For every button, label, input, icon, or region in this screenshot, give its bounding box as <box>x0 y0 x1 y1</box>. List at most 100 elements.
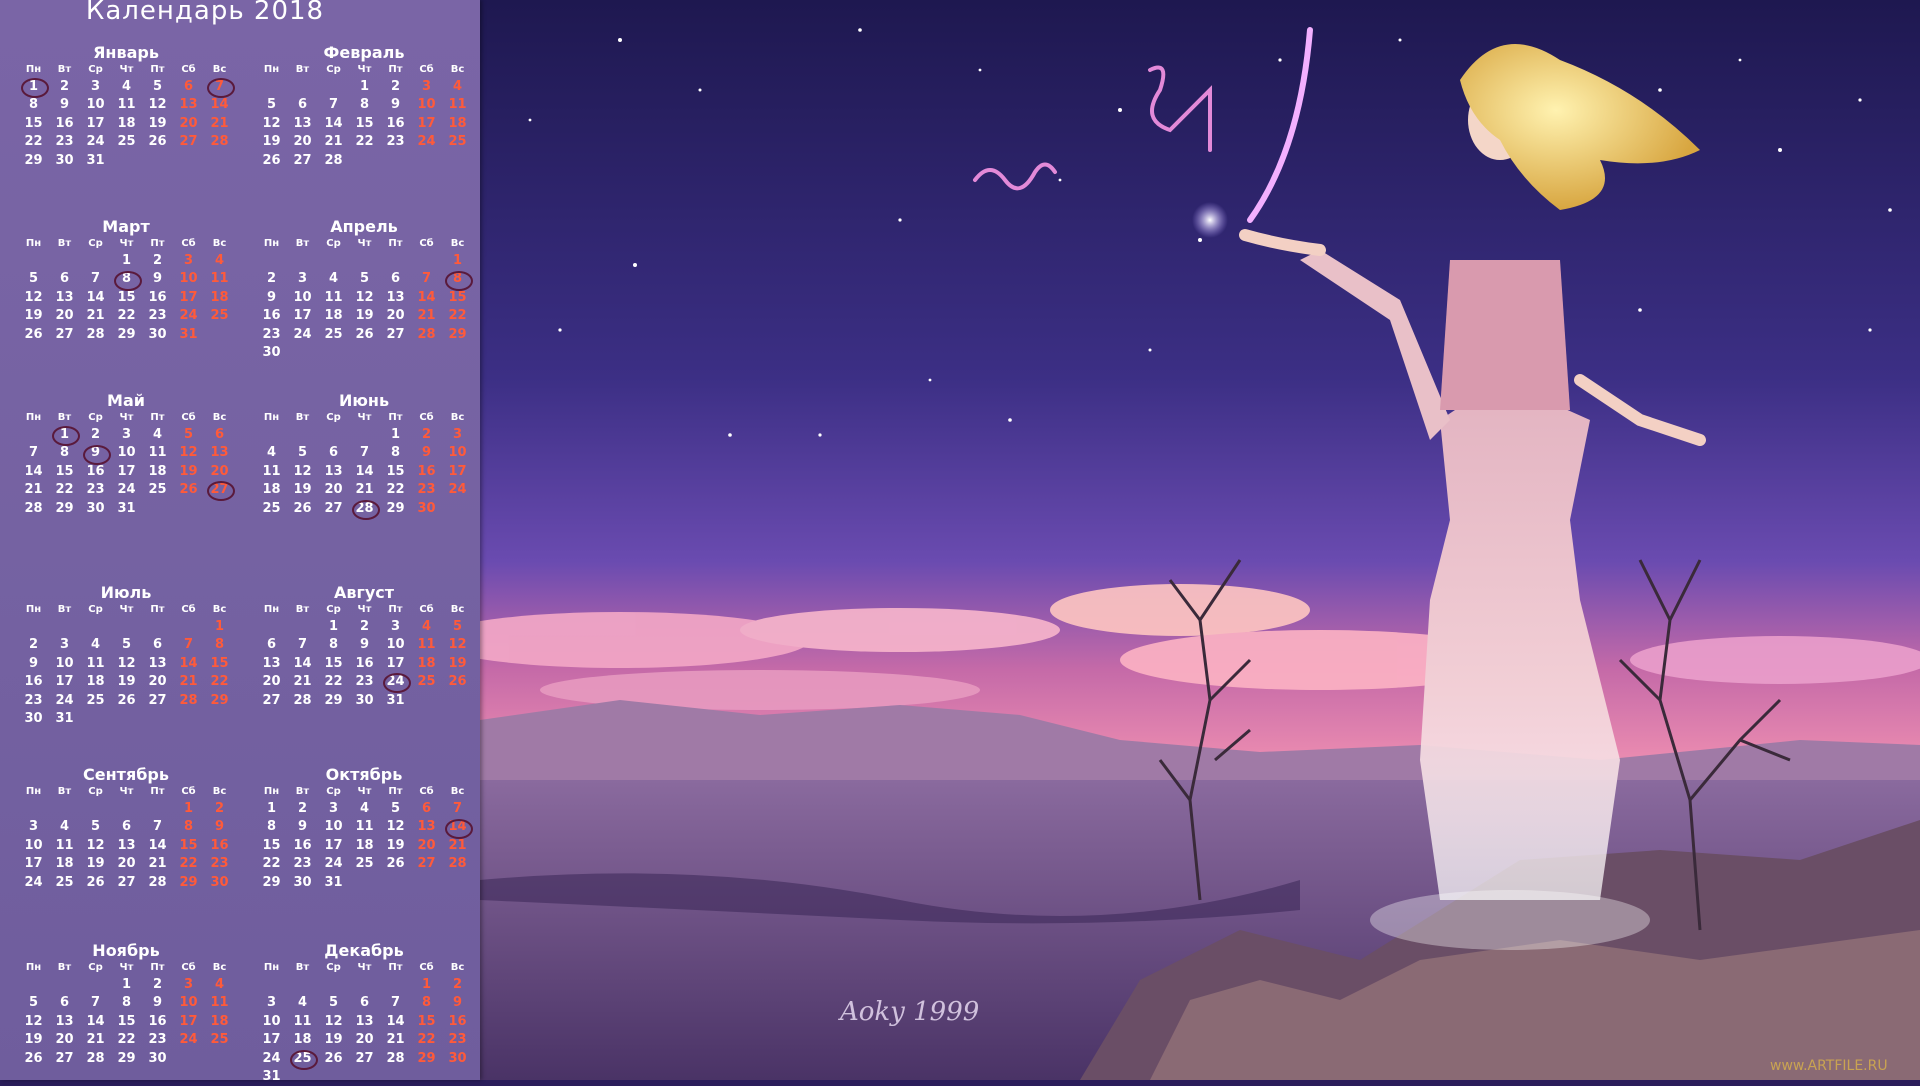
weekday-label: Чт <box>119 238 134 249</box>
day-cell: 26 <box>355 326 374 342</box>
day-cell: 18 <box>210 1013 229 1029</box>
day-cell: 14 <box>148 837 167 853</box>
day-cell: 24 <box>86 134 105 150</box>
day-cell: 29 <box>179 874 198 890</box>
weekday-label: Чт <box>119 64 134 75</box>
weekday-label: Вс <box>450 962 465 973</box>
day-cell: 13 <box>417 819 436 835</box>
weekday-label: Сб <box>419 412 434 423</box>
weekday-label: Вс <box>212 962 227 973</box>
day-cell: 24 <box>448 482 467 498</box>
day-cell: 12 <box>386 819 405 835</box>
day-cell: 18 <box>117 115 136 131</box>
day-cell: 17 <box>179 1013 198 1029</box>
day-cell: 2 <box>359 619 370 634</box>
weekday-label: Вс <box>212 412 227 423</box>
day-cell: 9 <box>28 655 39 671</box>
day-cell: 5 <box>152 79 163 94</box>
day-cell: 7 <box>28 445 39 461</box>
day-cell: 28 <box>417 326 436 342</box>
day-cell: 9 <box>452 995 463 1011</box>
day-cell-holiday: 28 <box>349 499 380 521</box>
day-cell: 31 <box>117 500 136 516</box>
day-cell: 2 <box>214 801 225 816</box>
day-cell: 15 <box>386 463 405 479</box>
day-cell: 3 <box>90 79 101 94</box>
day-cell: 28 <box>179 692 198 708</box>
day-cell: 9 <box>214 819 225 835</box>
day-cell: 24 <box>179 308 198 324</box>
day-cell: 2 <box>152 253 163 268</box>
day-cell: 11 <box>293 1013 312 1029</box>
day-cell: 30 <box>417 500 436 516</box>
day-cell: 9 <box>359 637 370 653</box>
weekday-label: Пт <box>150 604 165 615</box>
day-cell: 3 <box>183 253 194 268</box>
month-9: Сентябрь Пн Вт Ср Чт Пт Сб Вс 1 2 3 4 5 6 7 8 9 10 11 12 13 1… <box>18 766 234 892</box>
weekday-label: Пн <box>25 604 42 615</box>
day-cell: 14 <box>210 97 229 113</box>
day-cell: 23 <box>86 482 105 498</box>
day-cell: 27 <box>386 326 405 342</box>
empty-cell <box>18 618 49 636</box>
weekday-label: Пт <box>388 962 403 973</box>
day-cell: 10 <box>448 445 467 461</box>
weekday-label: Ср <box>326 64 341 75</box>
day-cell: 19 <box>179 463 198 479</box>
weekday-label: Сб <box>419 238 434 249</box>
weekday-label: Вт <box>57 412 72 423</box>
day-cell: 3 <box>421 79 432 94</box>
day-grid: Пн Вт Ср Чт Пт Сб Вс 1 2 3 4 5 6 7 8 9 10 11 12 13 14 15 16 17 1… <box>18 236 234 344</box>
day-cell-holiday: 27 <box>204 481 235 502</box>
day-cell: 20 <box>117 856 136 872</box>
day-cell: 12 <box>117 655 136 671</box>
day-cell: 19 <box>262 134 281 150</box>
day-cell: 16 <box>386 115 405 131</box>
weekday-label: Сб <box>419 962 434 973</box>
day-cell: 18 <box>448 115 467 131</box>
day-cell: 13 <box>262 655 281 671</box>
day-cell-holiday: 1 <box>49 426 80 447</box>
day-cell: 1 <box>183 801 194 816</box>
day-cell: 1 <box>121 977 132 992</box>
weekday-label: Пт <box>388 64 403 75</box>
weekday-label: Пт <box>150 238 165 249</box>
day-cell: 12 <box>86 837 105 853</box>
day-cell: 3 <box>297 271 308 287</box>
weekday-label: Пн <box>25 786 42 797</box>
weekday-label: Вс <box>212 604 227 615</box>
day-cell: 25 <box>86 692 105 708</box>
weekday-label: Чт <box>119 786 134 797</box>
day-cell: 8 <box>328 637 339 653</box>
weekday-label: Пн <box>263 786 280 797</box>
day-cell: 21 <box>324 134 343 150</box>
weekday-label: Вс <box>450 786 465 797</box>
day-cell: 15 <box>117 289 136 305</box>
day-cell: 25 <box>55 874 74 890</box>
day-cell: 6 <box>328 445 339 461</box>
weekday-label: Вс <box>450 604 465 615</box>
day-cell: 9 <box>59 97 70 113</box>
day-cell: 29 <box>324 692 343 708</box>
day-cell: 22 <box>324 674 343 690</box>
day-cell: 17 <box>324 837 343 853</box>
day-cell: 26 <box>24 1050 43 1066</box>
day-cell: 17 <box>86 115 105 131</box>
day-cell: 29 <box>417 1050 436 1066</box>
day-cell: 18 <box>293 1032 312 1048</box>
day-cell: 29 <box>448 326 467 342</box>
month-4: Апрель Пн Вт Ср Чт Пт Сб Вс 1 2 3 4 5 6 7 8 9 10 11 12 13 14 1… <box>256 218 473 362</box>
month-name: Март <box>102 217 150 236</box>
day-cell: 28 <box>86 326 105 342</box>
weekday-label: Пт <box>388 412 403 423</box>
day-cell: 13 <box>148 655 167 671</box>
weekday-label: Чт <box>119 412 134 423</box>
day-cell: 4 <box>152 427 163 442</box>
month-name: Ноябрь <box>92 941 160 960</box>
empty-cell <box>18 800 49 818</box>
empty-cell <box>49 976 80 994</box>
day-cell: 17 <box>179 289 198 305</box>
day-cell: 10 <box>117 445 136 461</box>
day-cell: 7 <box>359 445 370 461</box>
day-cell: 22 <box>210 674 229 690</box>
